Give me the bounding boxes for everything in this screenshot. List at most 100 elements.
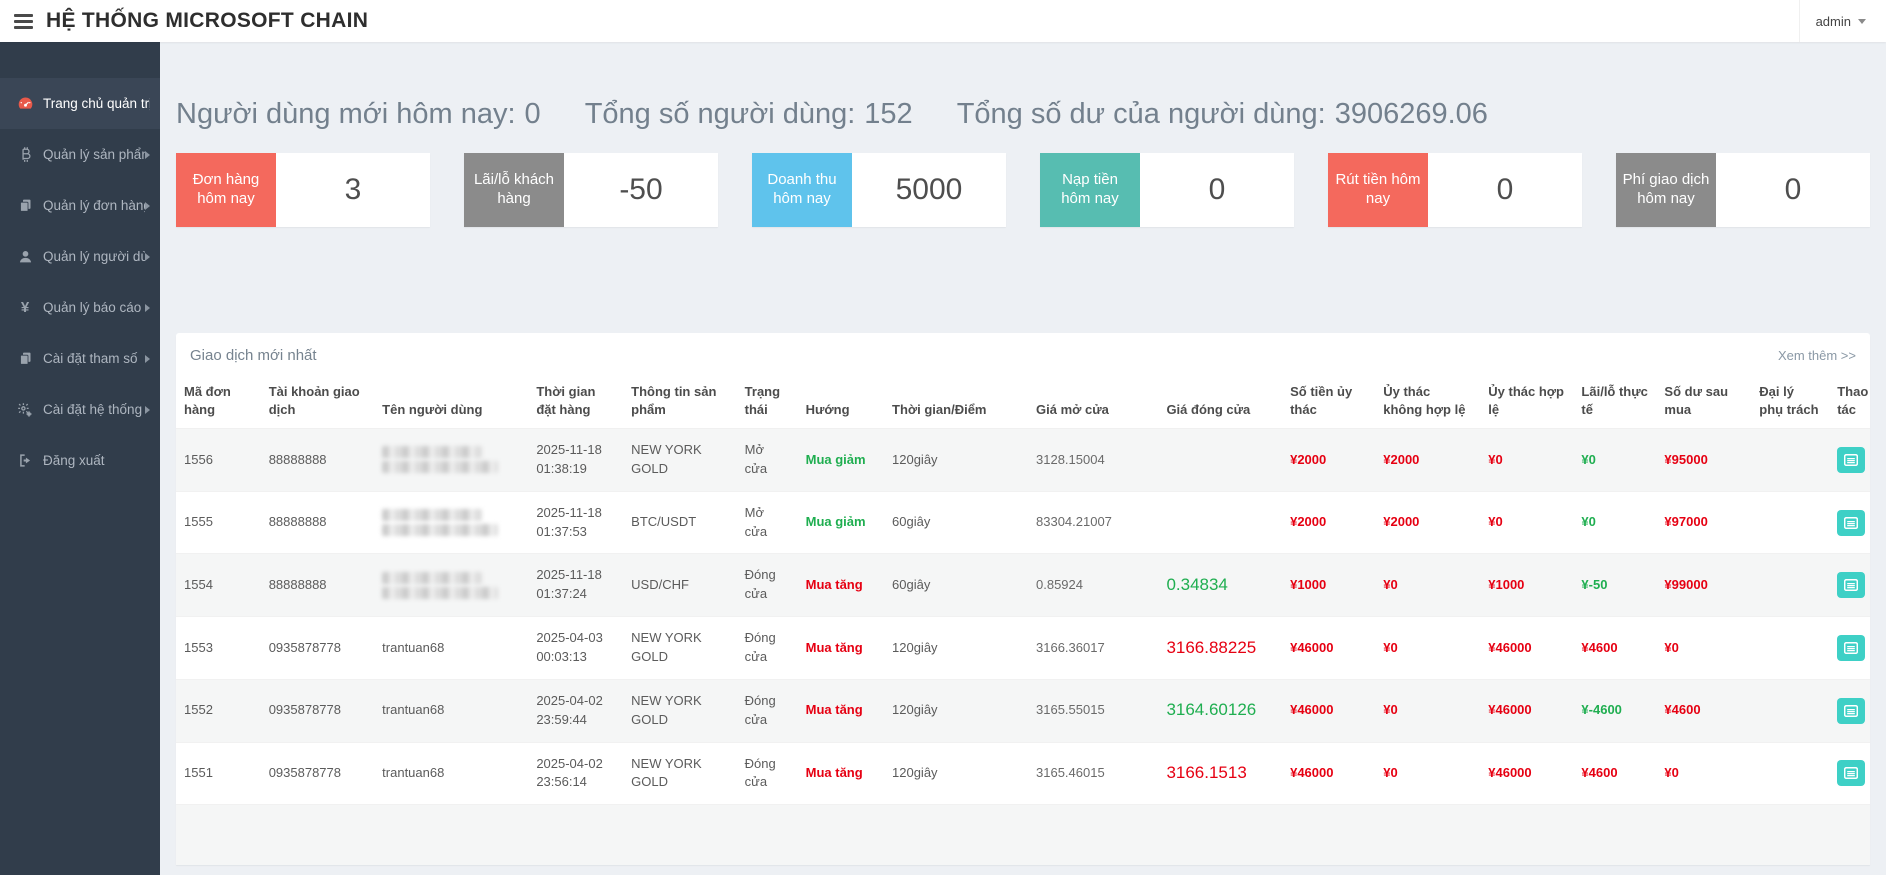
cell-status: Đóng cửa: [737, 554, 798, 617]
card-label: Nạp tiền hôm nay: [1040, 153, 1140, 227]
cell-status: Đóng cửa: [737, 617, 798, 680]
card-label: Phí giao dịch hôm nay: [1616, 153, 1716, 227]
chevron-right-icon: [145, 355, 150, 363]
column-header: Mã đơn hàng: [176, 377, 261, 429]
cell-duration: 120giây: [884, 742, 1028, 805]
card-value: 3: [276, 153, 430, 227]
stat-cards-row: Đơn hàng hôm nay 3 Lãi/lỗ khách hàng -50…: [176, 153, 1870, 227]
cell-invalid-entrust: ¥0: [1375, 554, 1480, 617]
cell-real-pnl: ¥4600: [1573, 617, 1656, 680]
card-label: Rút tiền hôm nay: [1328, 153, 1428, 227]
column-header: Ủy thác không hợp lệ: [1375, 377, 1480, 429]
cell-entrust-amount: ¥2000: [1282, 491, 1375, 554]
cell-account: 88888888: [261, 554, 374, 617]
cell-order-id: 1553: [176, 617, 261, 680]
cell-order-time: 2025-11-1801:38:19: [528, 429, 623, 492]
cell-invalid-entrust: ¥2000: [1375, 429, 1480, 492]
user-menu[interactable]: admin: [1799, 0, 1886, 42]
app-title: HỆ THỐNG MICROSOFT CHAIN: [46, 9, 368, 33]
stat-value: 3906269.06: [1335, 98, 1488, 130]
masked-text-bar: [382, 461, 498, 473]
cell-entrust-amount: ¥46000: [1282, 617, 1375, 680]
sidebar-item-label: Quản lý người dùng: [43, 249, 145, 264]
detail-button[interactable]: [1837, 447, 1865, 473]
cell-balance-after: ¥0: [1656, 742, 1751, 805]
sidebar-item-logout[interactable]: Đăng xuất: [0, 435, 160, 486]
cell-entrust-amount: ¥46000: [1282, 742, 1375, 805]
cell-account: 0935878778: [261, 679, 374, 742]
detail-button[interactable]: [1837, 635, 1865, 661]
cell-product: NEW YORK GOLD: [623, 429, 736, 492]
cell-username-masked: [374, 491, 528, 554]
cell-invalid-entrust: ¥2000: [1375, 491, 1480, 554]
cell-open-price: 0.85924: [1028, 554, 1158, 617]
cell-agent: [1751, 742, 1829, 805]
cell-balance-after: ¥0: [1656, 617, 1751, 680]
caret-down-icon: [1858, 19, 1866, 24]
sidebar-item-orders[interactable]: Quản lý đơn hàng: [0, 180, 160, 231]
transactions-table-body: 1556888888882025-11-1801:38:19NEW YORK G…: [176, 429, 1870, 805]
detail-button[interactable]: [1837, 698, 1865, 724]
cell-real-pnl: ¥-4600: [1573, 679, 1656, 742]
table-overflow-stripe: [176, 805, 1870, 865]
masked-text-bar: [382, 446, 482, 458]
cell-direction: Mua tăng: [798, 617, 884, 680]
cell-entrust-amount: ¥2000: [1282, 429, 1375, 492]
sidebar-item-label: Cài đặt hệ thống: [43, 402, 142, 417]
cell-invalid-entrust: ¥0: [1375, 742, 1480, 805]
sidebar-item-users[interactable]: Quản lý người dùng: [0, 231, 160, 282]
card-label: Doanh thu hôm nay: [752, 153, 852, 227]
cell-valid-entrust: ¥46000: [1480, 679, 1573, 742]
detail-button[interactable]: [1837, 572, 1865, 598]
table-row: 1554888888882025-11-1801:37:24USD/CHFĐón…: [176, 554, 1870, 617]
card-label: Đơn hàng hôm nay: [176, 153, 276, 227]
cell-duration: 60giây: [884, 491, 1028, 554]
sidebar-item-system[interactable]: Cài đặt hệ thống: [0, 384, 160, 435]
card-customer-pnl: Lãi/lỗ khách hàng -50: [464, 153, 718, 227]
main-content: Người dùng mới hôm nay: 0 Tổng số người d…: [160, 42, 1886, 875]
stat-total-users: Tổng số người dùng:152: [585, 98, 913, 131]
cell-close-price: 0.34834: [1158, 554, 1282, 617]
gears-icon: [13, 402, 37, 418]
cell-valid-entrust: ¥0: [1480, 429, 1573, 492]
stat-label: Tổng số người dùng:: [585, 98, 856, 130]
bitcoin-icon: [13, 146, 37, 163]
cell-valid-entrust: ¥46000: [1480, 617, 1573, 680]
cell-balance-after: ¥99000: [1656, 554, 1751, 617]
card-fees-today: Phí giao dịch hôm nay 0: [1616, 153, 1870, 227]
sidebar-item-params[interactable]: Cài đặt tham số: [0, 333, 160, 384]
cell-order-time: 2025-04-0300:03:13: [528, 617, 623, 680]
cell-order-time: 2025-04-0223:59:44: [528, 679, 623, 742]
cell-username: trantuan68: [374, 617, 528, 680]
cell-close-price: 3166.1513: [1158, 742, 1282, 805]
detail-button[interactable]: [1837, 760, 1865, 786]
sidebar-item-reports[interactable]: ¥ Quản lý báo cáo: [0, 282, 160, 333]
cell-real-pnl: ¥4600: [1573, 742, 1656, 805]
card-value: 0: [1716, 153, 1870, 227]
column-header: Giá mở cửa: [1028, 377, 1158, 429]
detail-button[interactable]: [1837, 510, 1865, 536]
cell-agent: [1751, 429, 1829, 492]
cell-entrust-amount: ¥1000: [1282, 554, 1375, 617]
params-icon: [13, 351, 37, 366]
sidebar-item-products[interactable]: Quản lý sản phẩm: [0, 129, 160, 180]
cell-account: 0935878778: [261, 617, 374, 680]
user-name: admin: [1816, 14, 1851, 29]
see-more-link[interactable]: Xem thêm >>: [1778, 348, 1856, 363]
cell-agent: [1751, 491, 1829, 554]
cell-account: 0935878778: [261, 742, 374, 805]
cell-balance-after: ¥4600: [1656, 679, 1751, 742]
cell-duration: 60giây: [884, 554, 1028, 617]
cell-account: 88888888: [261, 429, 374, 492]
cell-status: Mở cửa: [737, 429, 798, 492]
cell-close-price: 3166.88225: [1158, 617, 1282, 680]
cell-status: Đóng cửa: [737, 679, 798, 742]
sidebar-item-dashboard[interactable]: Trang chủ quản trị: [0, 78, 160, 129]
cell-product: NEW YORK GOLD: [623, 617, 736, 680]
transactions-panel: Giao dịch mới nhất Xem thêm >> Mã đơn hà…: [176, 333, 1870, 865]
table-row: 15520935878778trantuan682025-04-0223:59:…: [176, 679, 1870, 742]
stat-label: Người dùng mới hôm nay:: [176, 98, 516, 130]
cell-direction: Mua tăng: [798, 554, 884, 617]
menu-toggle-button[interactable]: [0, 0, 46, 42]
cell-real-pnl: ¥-50: [1573, 554, 1656, 617]
